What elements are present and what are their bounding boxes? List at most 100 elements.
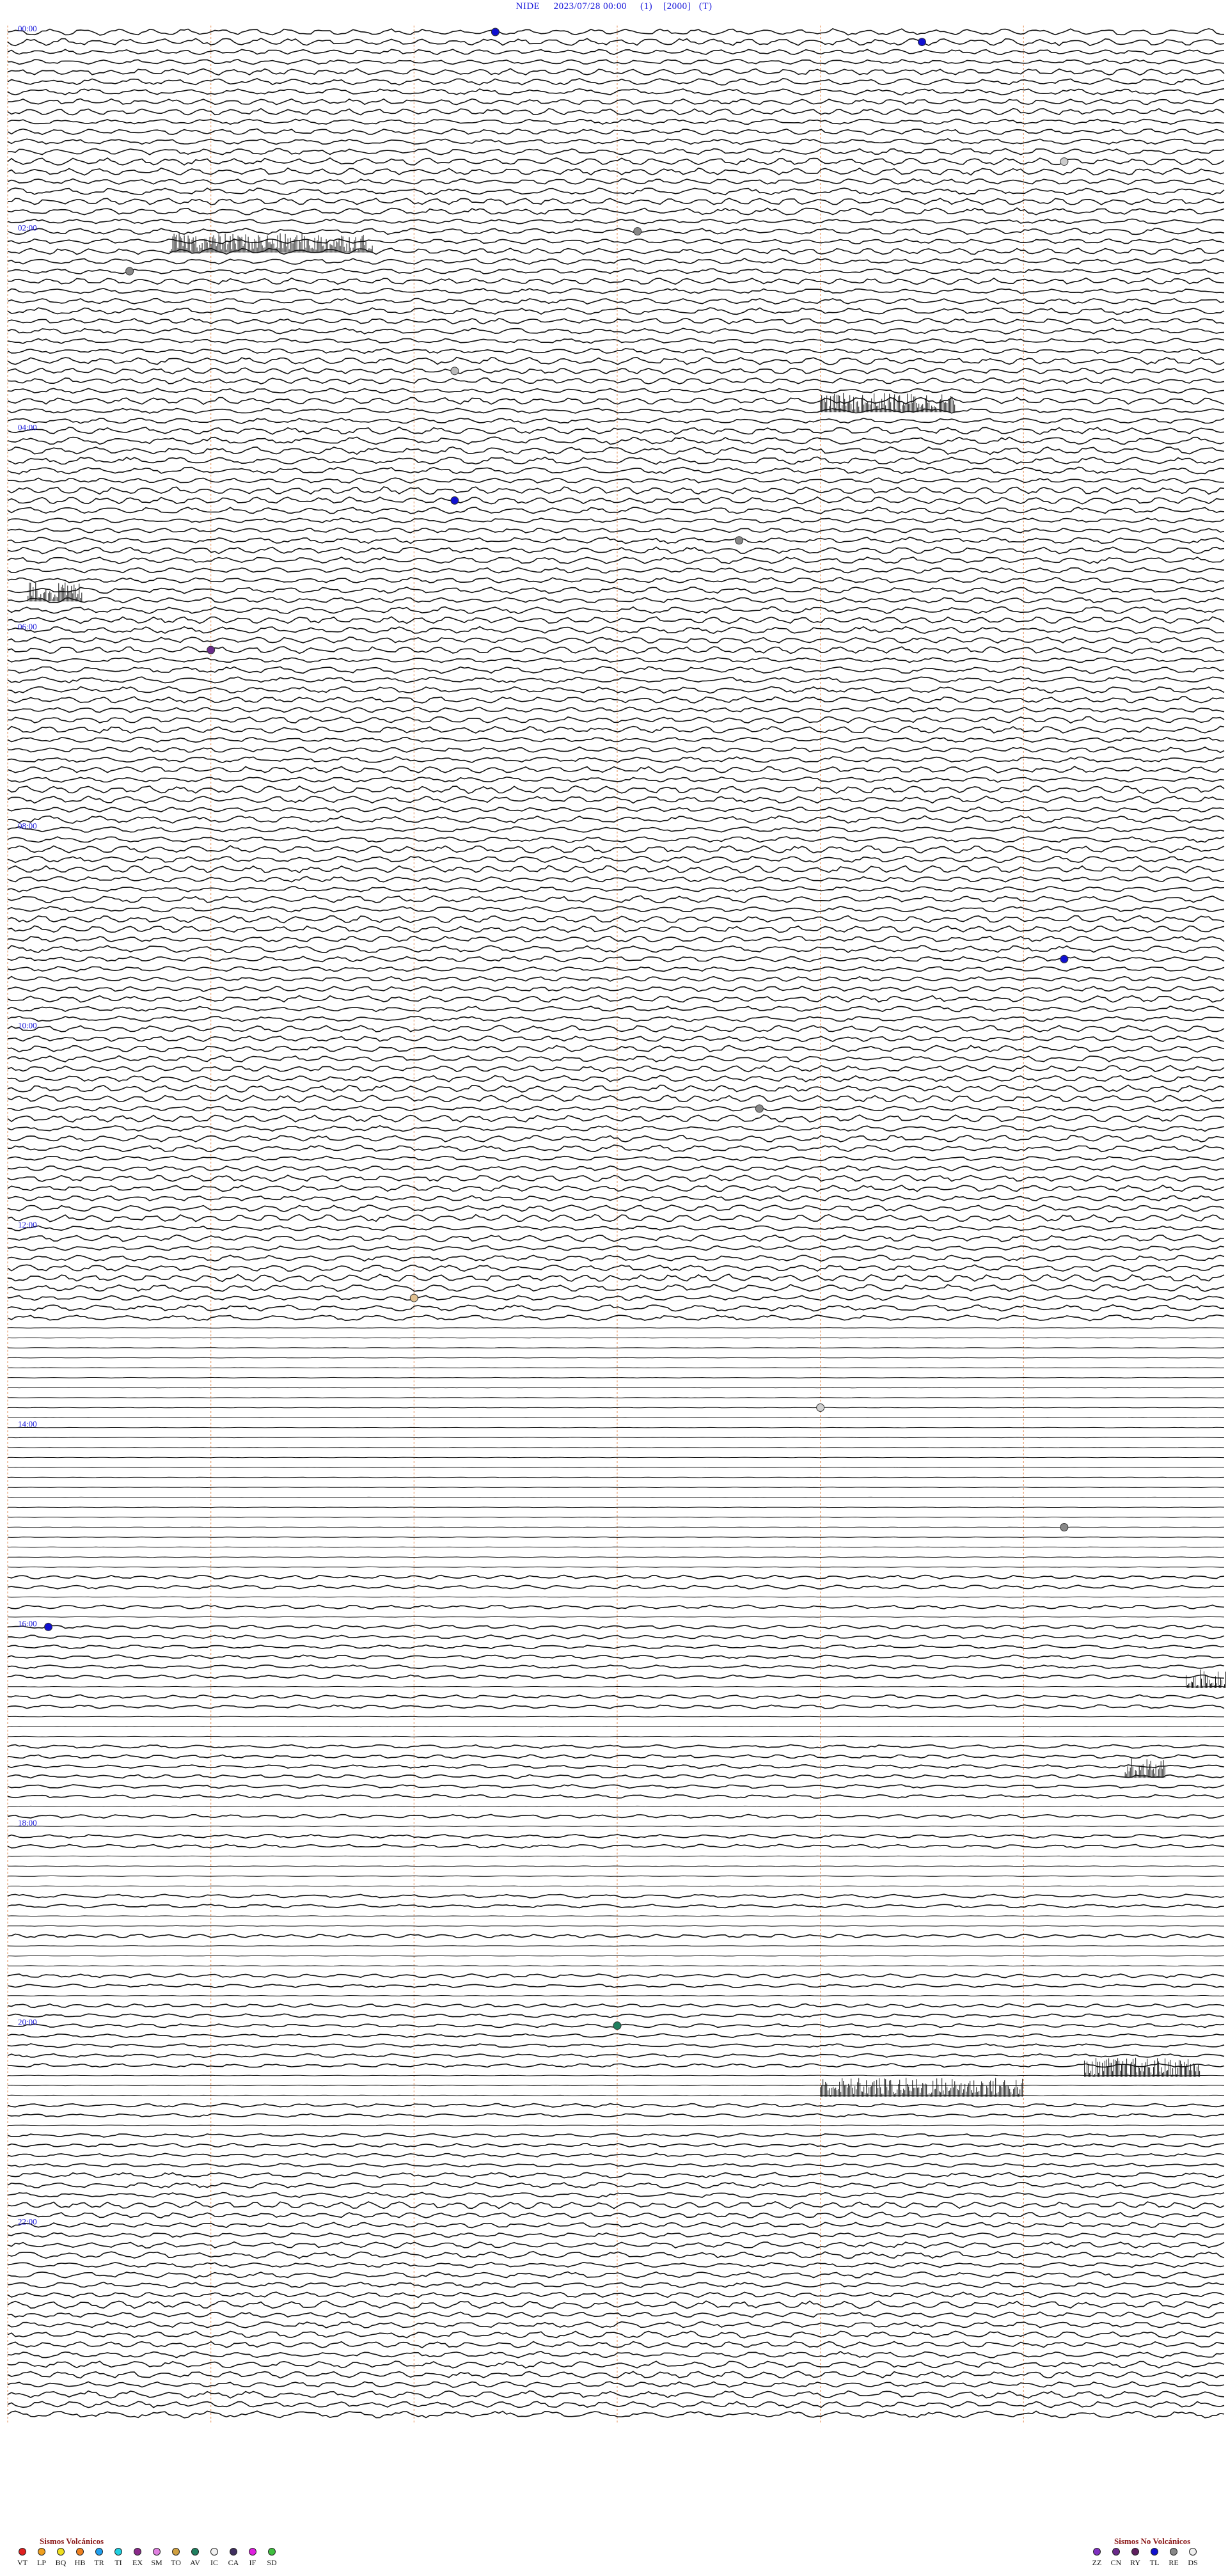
trace-row <box>7 1407 1225 1409</box>
legend-volcanic-code: TI <box>114 2558 122 2567</box>
legend-volcanic-code: LP <box>36 2558 46 2567</box>
trace-row <box>8 1925 1224 1927</box>
trace-row <box>7 1155 1225 1162</box>
legend-non-volcanic-dot-icon <box>1151 2548 1158 2556</box>
trace-row <box>7 2390 1225 2399</box>
trace-row <box>7 1584 1225 1590</box>
trace-row <box>7 806 1225 813</box>
legend-volcanic-dot-icon <box>76 2548 84 2556</box>
trace-row <box>7 716 1225 724</box>
trace-row <box>7 1616 1225 1618</box>
trace-row <box>7 218 1225 225</box>
trace-row <box>7 118 1225 125</box>
trace-row <box>7 845 1225 854</box>
trace-row <box>7 855 1225 864</box>
legend-volcanic-dot-icon <box>268 2548 276 2556</box>
trace-row <box>7 1933 1225 1939</box>
trace-row <box>7 2153 1225 2158</box>
legend-volcanic-dot-icon <box>114 2548 122 2556</box>
trace-row <box>7 1045 1225 1053</box>
trace-row <box>7 546 1225 555</box>
trace-row <box>7 436 1225 445</box>
trace-row <box>7 1686 1225 1687</box>
trace-row <box>7 128 1225 136</box>
trace-row <box>7 976 1225 983</box>
event-marker-ds <box>1060 157 1069 166</box>
hour-label: 04:00 <box>18 422 37 432</box>
trace-row <box>7 1574 1225 1580</box>
legend-volcanic-av: AV <box>185 2548 205 2568</box>
trace-row <box>7 636 1225 644</box>
trace-row <box>7 257 1225 265</box>
trace-row <box>7 2321 1225 2328</box>
legend-volcanic-ic: IC <box>205 2548 224 2568</box>
trace-row <box>7 1537 1225 1538</box>
trace-row <box>7 227 1225 235</box>
legend-non-volcanic-tl: TL <box>1145 2548 1164 2568</box>
legend-non-volcanic-code: DS <box>1188 2558 1198 2567</box>
trace-row <box>7 2401 1225 2408</box>
trace-row <box>7 426 1225 435</box>
legend-non-volcanic-code: CN <box>1110 2558 1122 2567</box>
trace-row <box>7 556 1225 564</box>
trace-row <box>7 2381 1225 2388</box>
legend-non-volcanic-title: Sismos No Volcánicos <box>1114 2536 1191 2546</box>
trace-row <box>7 377 1225 384</box>
trace-row <box>7 2211 1225 2218</box>
legend-non-volcanic-code: RY <box>1130 2558 1140 2567</box>
trace-row <box>7 1015 1225 1022</box>
legend-volcanic-tr: TR <box>90 2548 109 2568</box>
trace-row <box>7 596 1225 604</box>
trace-row <box>7 2371 1224 2379</box>
trace-row <box>8 1556 1225 1558</box>
legend-volcanic-code: SM <box>151 2558 162 2567</box>
trace-row <box>7 1105 1225 1112</box>
legend-non-volcanic: Sismos No Volcánicos ZZ CN RY TL RE DS <box>1087 2536 1228 2575</box>
trace-row <box>7 795 1225 804</box>
trace-row <box>7 2351 1225 2359</box>
trace-row <box>7 725 1225 734</box>
event-marker-ds <box>409 1293 418 1302</box>
trace-row <box>7 486 1225 495</box>
trace-row <box>7 1055 1225 1063</box>
legend-non-volcanic-dot-icon <box>1112 2548 1120 2556</box>
trace-row <box>7 1945 1225 1947</box>
event-markers <box>44 28 1069 2030</box>
trace-row <box>7 1704 1225 1709</box>
burst-segment <box>1186 1669 1226 1688</box>
legend-non-volcanic-dot-icon <box>1170 2548 1177 2556</box>
trace-row <box>7 826 1225 833</box>
trace-row <box>7 1114 1225 1123</box>
legend-non-volcanic-cn: CN <box>1106 2548 1126 2568</box>
trace-row <box>7 388 1225 394</box>
trace-row <box>7 2053 1225 2058</box>
trace-row <box>7 407 1225 414</box>
trace-row <box>7 328 1225 335</box>
trace-row <box>7 198 1225 206</box>
trace-row <box>7 28 1225 36</box>
legend-volcanic-dot-icon <box>153 2548 161 2556</box>
event-marker-ds <box>450 367 459 375</box>
trace-row <box>7 626 1225 635</box>
legend-non-volcanic-re: RE <box>1164 2548 1183 2568</box>
legend-volcanic-vt: VT <box>13 2548 32 2568</box>
legend-non-volcanic-zz: ZZ <box>1087 2548 1106 2568</box>
trace-row <box>7 746 1225 754</box>
trace-row <box>7 527 1225 533</box>
event-marker-tl <box>918 38 926 47</box>
trace-row <box>7 1064 1225 1073</box>
trace-row <box>7 1794 1225 1799</box>
trace-row <box>7 2172 1225 2179</box>
trace-row <box>7 2311 1224 2318</box>
trace-row <box>7 646 1225 654</box>
trace-row <box>7 1754 1225 1759</box>
trace-row <box>7 1387 1225 1389</box>
trace-row <box>7 1274 1225 1283</box>
trace-row <box>7 616 1225 624</box>
trace-row <box>7 1035 1225 1043</box>
trace-row <box>7 1764 1225 1769</box>
trace-row <box>7 38 1225 47</box>
event-marker-av <box>613 2021 622 2030</box>
trace-row <box>7 2142 1225 2148</box>
trace-row <box>7 2360 1225 2369</box>
